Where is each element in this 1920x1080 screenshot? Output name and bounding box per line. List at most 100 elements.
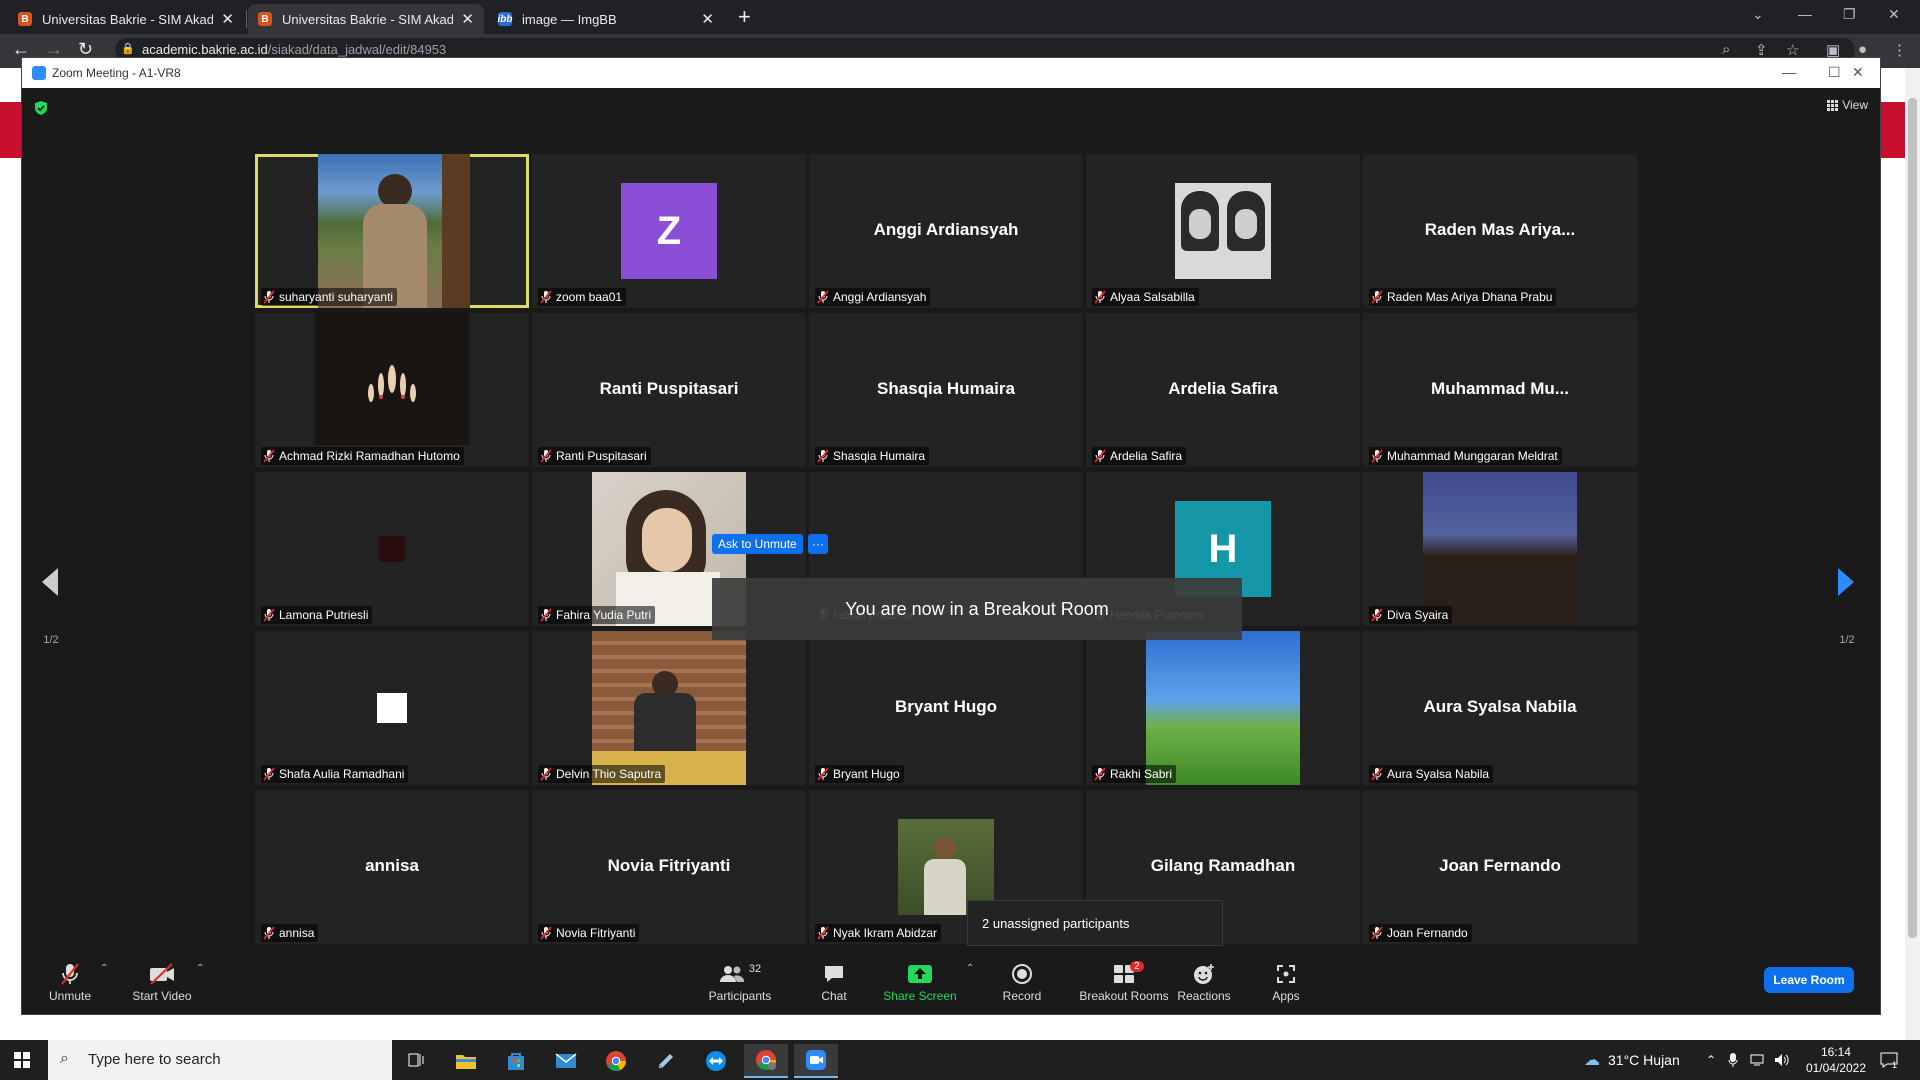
- participant-tile[interactable]: Anggi Ardiansyah Anggi Ardiansyah: [809, 154, 1083, 308]
- system-clock[interactable]: 16:14 01/04/2022: [1806, 1044, 1866, 1076]
- participant-tile[interactable]: Delvin Thio Saputra: [532, 631, 806, 785]
- file-explorer-icon[interactable]: [444, 1044, 488, 1078]
- participant-tile[interactable]: Shafa Aulia Ramadhani: [255, 631, 529, 785]
- close-tab-icon[interactable]: ✕: [461, 10, 474, 28]
- participant-tile[interactable]: Diva Syaira: [1363, 472, 1637, 626]
- next-page-button[interactable]: 1/2: [1822, 528, 1872, 648]
- close-tab-icon[interactable]: ✕: [221, 10, 234, 28]
- dark-thumbnail: [379, 536, 405, 562]
- taskbar-search-box[interactable]: ⌕ Type here to search: [48, 1040, 392, 1080]
- tab-search-chevron-icon[interactable]: ⌄: [1752, 6, 1764, 23]
- record-button[interactable]: Record: [980, 961, 1064, 1003]
- browser-tab[interactable]: ibb image — ImgBB ✕: [488, 4, 724, 34]
- chrome-icon[interactable]: [594, 1044, 638, 1078]
- video-options-caret-icon[interactable]: ⌃: [196, 963, 204, 974]
- windows-start-icon[interactable]: [14, 1052, 30, 1068]
- start-video-button[interactable]: Start Video: [120, 961, 204, 1003]
- share-screen-button[interactable]: Share Screen: [878, 961, 962, 1003]
- share-icon[interactable]: ⇪: [1755, 41, 1768, 59]
- zoom-close-icon[interactable]: ✕: [1852, 64, 1864, 81]
- participant-tile[interactable]: Achmad Rizki Ramadhan Hutomo: [255, 313, 529, 467]
- restore-icon[interactable]: ❐: [1843, 6, 1856, 23]
- participant-tile[interactable]: Aura Syalsa Nabila Aura Syalsa Nabila: [1363, 631, 1637, 785]
- tab-divider: [246, 10, 247, 28]
- ask-to-unmute-button[interactable]: Ask to Unmute: [712, 534, 803, 554]
- participant-tile[interactable]: Shasqia Humaira Shasqia Humaira: [809, 313, 1083, 467]
- participant-tile[interactable]: Zzoom baa01: [532, 154, 806, 308]
- zoom-app-icon[interactable]: [794, 1044, 838, 1078]
- participant-tile[interactable]: Bryant Hugo Bryant Hugo: [809, 631, 1083, 785]
- zoom-maximize-icon[interactable]: ☐: [1828, 64, 1841, 81]
- browser-menu-icon[interactable]: ⋮: [1892, 41, 1907, 59]
- breakout-room-notification: You are now in a Breakout Room: [712, 578, 1242, 640]
- tab-title: Universitas Bakrie - SIM Akadem: [42, 11, 214, 27]
- bookmark-star-icon[interactable]: ☆: [1786, 41, 1799, 59]
- participant-name-label: Diva Syaira: [1369, 606, 1453, 624]
- muted-microphone-icon: [540, 449, 552, 463]
- zoom-magnifier-icon[interactable]: ⌕: [1722, 41, 1730, 58]
- forward-icon[interactable]: →: [45, 39, 63, 60]
- zoom-minimize-icon[interactable]: —: [1782, 64, 1796, 80]
- task-view-icon[interactable]: [394, 1044, 438, 1078]
- close-tab-icon[interactable]: ✕: [701, 10, 714, 28]
- participant-tile[interactable]: annisa annisa: [255, 790, 529, 944]
- participant-name-label: Shafa Aulia Ramadhani: [261, 765, 409, 783]
- clock-date: 01/04/2022: [1805, 1061, 1866, 1075]
- weather-widget[interactable]: ☁ 31°C Hujan: [1584, 1040, 1680, 1080]
- participant-tile[interactable]: Ranti Puspitasari Ranti Puspitasari: [532, 313, 806, 467]
- profile-avatar-icon[interactable]: ●: [1858, 41, 1867, 58]
- previous-page-button[interactable]: 1/2: [26, 528, 76, 648]
- reload-icon[interactable]: ↻: [78, 39, 93, 60]
- participant-tile[interactable]: suharyanti suharyanti: [255, 154, 529, 308]
- night-sky-photo: [1423, 472, 1577, 626]
- tab-title: image — ImgBB: [522, 11, 617, 27]
- show-hidden-icons-chevron-icon[interactable]: ⌃: [1706, 1040, 1716, 1080]
- microphone-tray-icon[interactable]: [1728, 1040, 1738, 1080]
- apps-button[interactable]: Apps: [1244, 961, 1328, 1003]
- teamviewer-icon[interactable]: [694, 1044, 738, 1078]
- share-options-caret-icon[interactable]: ⌃: [966, 963, 974, 974]
- participant-tile[interactable]: Joan Fernando Joan Fernando: [1363, 790, 1637, 944]
- sidepanel-icon[interactable]: ▣: [1826, 41, 1840, 59]
- notification-center-icon[interactable]: 1: [1880, 1040, 1898, 1080]
- participant-tile[interactable]: Alyaa Salsabilla: [1086, 154, 1360, 308]
- browser-tab[interactable]: B Universitas Bakrie - SIM Akadem ✕: [8, 4, 244, 34]
- chat-button[interactable]: Chat: [792, 961, 876, 1003]
- breakout-rooms-button[interactable]: 2 Breakout Rooms: [1072, 961, 1176, 1003]
- participant-tile[interactable]: Raden Mas Ariya... Raden Mas Ariya Dhana …: [1363, 154, 1637, 308]
- encryption-shield-icon[interactable]: [34, 101, 48, 115]
- volume-icon[interactable]: [1774, 1040, 1790, 1080]
- view-button[interactable]: View: [1827, 98, 1868, 112]
- audio-options-caret-icon[interactable]: ⌃: [100, 963, 108, 974]
- participant-tile[interactable]: Muhammad Mu... Muhammad Munggaran Meldrat: [1363, 313, 1637, 467]
- notepad-app-icon[interactable]: [644, 1044, 688, 1078]
- browser-tab-strip: B Universitas Bakrie - SIM Akadem ✕ B Un…: [0, 0, 1920, 34]
- back-icon[interactable]: ←: [12, 39, 30, 60]
- participant-display-name: annisa: [365, 856, 419, 875]
- more-options-button[interactable]: ···: [808, 534, 828, 554]
- lock-icon[interactable]: 🔒: [121, 42, 135, 55]
- participants-button[interactable]: 32 Participants: [698, 961, 782, 1003]
- browser-tab-active[interactable]: B Universitas Bakrie - SIM Akadem ✕: [248, 4, 484, 34]
- participant-name: Diva Syaira: [1387, 608, 1449, 622]
- close-window-icon[interactable]: ✕: [1888, 6, 1900, 23]
- new-tab-button[interactable]: +: [738, 4, 751, 30]
- leave-room-button[interactable]: Leave Room: [1764, 967, 1854, 993]
- participant-tile[interactable]: Lamona Putriesli: [255, 472, 529, 626]
- profile-photo: [1175, 183, 1271, 279]
- network-icon[interactable]: [1750, 1040, 1766, 1080]
- participant-tile[interactable]: Ardelia Safira Ardelia Safira: [1086, 313, 1360, 467]
- reactions-button[interactable]: Reactions: [1162, 961, 1246, 1003]
- muted-microphone-icon: [817, 290, 829, 304]
- scrollbar-thumb[interactable]: [1908, 98, 1917, 938]
- page-scrollbar[interactable]: [1905, 68, 1920, 1040]
- chrome-profile-icon[interactable]: [744, 1044, 788, 1078]
- participant-display-name: Shasqia Humaira: [877, 379, 1015, 398]
- mail-icon[interactable]: [544, 1044, 588, 1078]
- participant-tile[interactable]: Novia Fitriyanti Novia Fitriyanti: [532, 790, 806, 944]
- minimize-icon[interactable]: —: [1798, 6, 1812, 22]
- participant-name: Rakhi Sabri: [1110, 767, 1173, 781]
- microsoft-store-icon[interactable]: [494, 1044, 538, 1078]
- participant-tile[interactable]: Rakhi Sabri: [1086, 631, 1360, 785]
- avatar-initial: Z: [621, 183, 717, 279]
